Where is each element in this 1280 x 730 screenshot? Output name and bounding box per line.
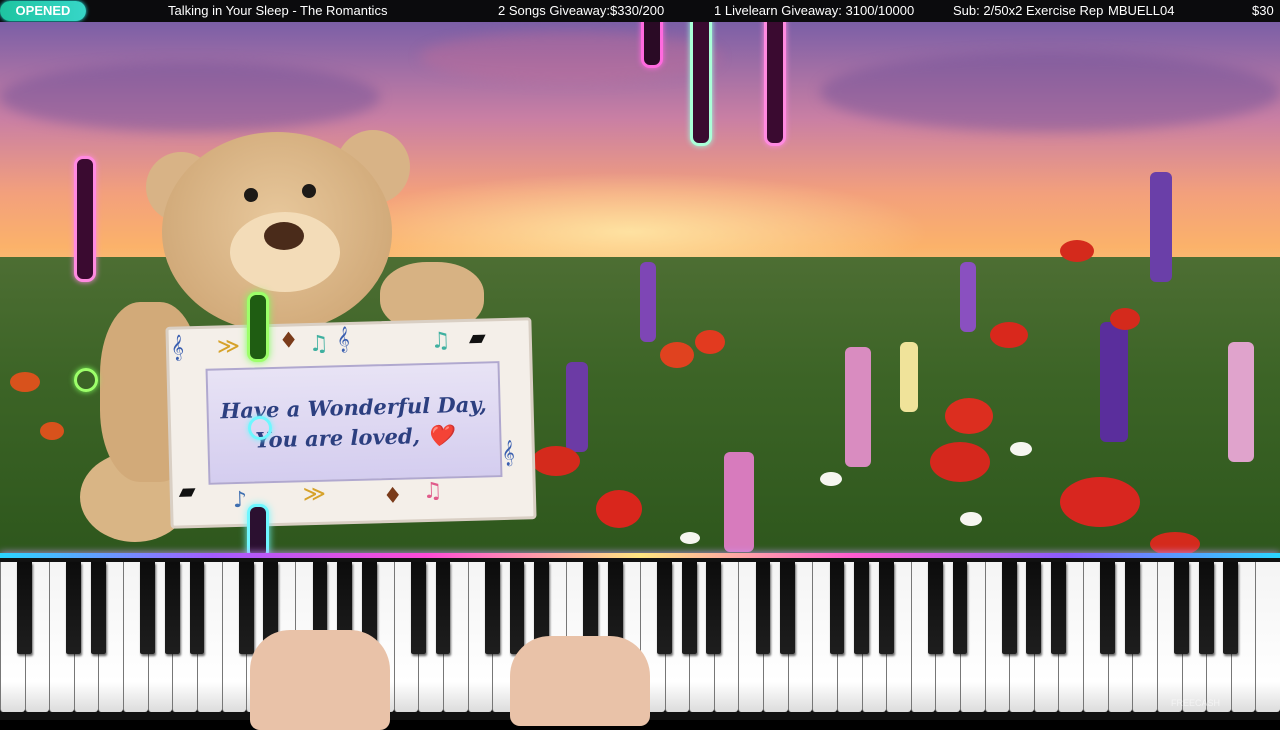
top-status-bar: OPENED Talking in Your Sleep - The Roman… bbox=[0, 0, 1280, 22]
black-key bbox=[1198, 562, 1214, 654]
black-key bbox=[164, 562, 180, 654]
background-scene: Have a Wonderful Day, You are loved, ❤️ … bbox=[0, 22, 1280, 558]
falling-note bbox=[641, 22, 663, 68]
recent-amount: $30 bbox=[1252, 3, 1274, 18]
black-key bbox=[755, 562, 771, 654]
black-key bbox=[1026, 562, 1042, 654]
falling-note bbox=[764, 22, 786, 146]
black-key bbox=[1124, 562, 1140, 654]
black-key bbox=[17, 562, 32, 654]
black-key bbox=[706, 562, 722, 654]
falling-note bbox=[74, 156, 96, 282]
black-key bbox=[681, 562, 697, 654]
recent-user-name: MBUELL04 bbox=[1108, 3, 1175, 18]
black-key bbox=[657, 562, 672, 654]
black-key bbox=[1051, 562, 1066, 654]
black-key bbox=[928, 562, 943, 654]
trumpet-icon: ≫ bbox=[216, 333, 241, 360]
greeting-sign: Have a Wonderful Day, You are loved, ❤️ … bbox=[165, 317, 537, 529]
black-key bbox=[1001, 562, 1017, 654]
right-hand bbox=[510, 636, 650, 726]
black-key bbox=[66, 562, 82, 654]
treble-clef-icon: 𝄞 bbox=[336, 327, 351, 353]
music-note-icon: ♫ bbox=[422, 478, 443, 505]
now-playing-song: Talking in Your Sleep - The Romantics bbox=[168, 3, 388, 18]
black-key bbox=[829, 562, 845, 654]
music-note-icon: ♫ bbox=[430, 328, 451, 354]
black-key bbox=[1174, 562, 1189, 654]
black-key bbox=[1223, 562, 1239, 654]
treble-clef-icon: 𝄞 bbox=[170, 335, 185, 361]
left-hand bbox=[250, 630, 390, 730]
status-badge: OPENED bbox=[0, 1, 86, 21]
black-key bbox=[878, 562, 894, 654]
treble-clef-icon: 𝄞 bbox=[501, 440, 516, 467]
black-key bbox=[435, 562, 451, 654]
music-note-icon: ♪ bbox=[232, 487, 248, 514]
grand-piano-icon: ▰ bbox=[468, 325, 487, 351]
falling-note bbox=[247, 292, 269, 362]
black-key bbox=[509, 562, 525, 654]
grand-piano-icon: ▰ bbox=[178, 479, 196, 505]
black-key bbox=[952, 562, 968, 654]
black-key bbox=[238, 562, 254, 654]
white-key bbox=[1255, 562, 1280, 712]
watermark: FREECASH bbox=[1170, 698, 1220, 708]
black-key bbox=[91, 562, 106, 654]
hit-ring bbox=[248, 416, 272, 440]
black-key bbox=[780, 562, 796, 654]
falling-note bbox=[690, 22, 712, 146]
falling-note bbox=[247, 504, 269, 558]
black-key bbox=[140, 562, 156, 654]
black-key bbox=[189, 562, 205, 654]
trumpet-icon: ≫ bbox=[302, 481, 327, 508]
sub-goal-counter: Sub: 2/50x2 Exercise Rep bbox=[953, 3, 1104, 18]
black-key bbox=[484, 562, 500, 654]
black-key bbox=[854, 562, 869, 654]
black-key bbox=[411, 562, 426, 654]
hit-ring bbox=[74, 368, 98, 392]
songs-giveaway-counter: 2 Songs Giveaway:$330/200 bbox=[498, 3, 665, 18]
violin-icon: ♦ bbox=[382, 483, 403, 510]
music-note-icon: ♫ bbox=[308, 331, 329, 358]
black-key bbox=[1100, 562, 1116, 654]
violin-icon: ♦ bbox=[278, 328, 299, 354]
livelearn-giveaway-counter: 1 Livelearn Giveaway: 3100/10000 bbox=[714, 3, 915, 18]
